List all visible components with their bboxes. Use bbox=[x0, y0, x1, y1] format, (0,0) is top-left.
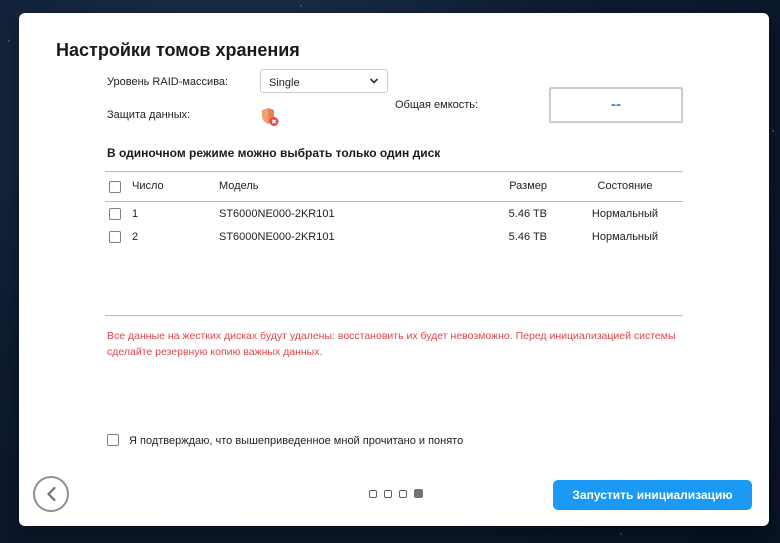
start-initialization-button[interactable]: Запустить инициализацию bbox=[553, 480, 752, 510]
table-row[interactable]: 1 ST6000NE000-2KR101 5.46 TB Нормальный bbox=[105, 207, 683, 227]
column-state: Состояние bbox=[597, 180, 653, 192]
column-size: Размер bbox=[509, 180, 547, 192]
backdrop-star bbox=[300, 5, 302, 7]
table-header-row: Число Модель Размер Состояние bbox=[105, 179, 683, 199]
disk-number: 1 bbox=[132, 208, 139, 220]
step-dot-active bbox=[414, 489, 423, 498]
data-loss-warning: Все данные на жестких дисках будут удале… bbox=[107, 330, 676, 358]
select-all-checkbox[interactable] bbox=[109, 181, 121, 193]
column-number: Число bbox=[132, 180, 164, 192]
shield-error-icon bbox=[262, 108, 279, 126]
storage-setup-dialog: Настройки томов хранения Уровень RAID-ма… bbox=[19, 13, 769, 526]
disk-size: 5.46 TB bbox=[508, 208, 547, 220]
disk-1-checkbox[interactable] bbox=[109, 208, 121, 220]
dialog-title: Настройки томов хранения bbox=[56, 40, 300, 60]
step-dot bbox=[384, 490, 392, 498]
disk-2-checkbox[interactable] bbox=[109, 231, 121, 243]
chevron-left-icon bbox=[46, 486, 56, 502]
disk-size: 5.46 TB bbox=[508, 231, 547, 243]
back-button[interactable] bbox=[33, 476, 69, 512]
table-row[interactable]: 2 ST6000NE000-2KR101 5.46 TB Нормальный bbox=[105, 230, 683, 250]
step-dot bbox=[399, 490, 407, 498]
table-header-divider bbox=[105, 201, 683, 202]
step-dot bbox=[369, 490, 377, 498]
disk-model: ST6000NE000-2KR101 bbox=[219, 208, 335, 220]
chevron-down-icon bbox=[369, 78, 379, 84]
backdrop-star bbox=[772, 130, 774, 132]
raid-level-value: Single bbox=[269, 77, 300, 89]
disk-number: 2 bbox=[132, 231, 139, 243]
confirm-checkbox[interactable] bbox=[107, 434, 119, 446]
column-model: Модель bbox=[219, 180, 259, 192]
table-bottom-divider bbox=[105, 315, 683, 316]
disk-state: Нормальный bbox=[591, 208, 659, 220]
total-capacity-label: Общая емкость: bbox=[395, 99, 479, 111]
single-mode-note: В одиночном режиме можно выбрать только … bbox=[107, 146, 441, 160]
data-protection-label: Защита данных: bbox=[107, 109, 191, 121]
disk-model: ST6000NE000-2KR101 bbox=[219, 231, 335, 243]
confirm-label: Я подтверждаю, что вышеприведенное мной … bbox=[129, 435, 464, 447]
backdrop-star bbox=[620, 533, 622, 535]
backdrop-star bbox=[8, 40, 10, 42]
disk-state: Нормальный bbox=[591, 231, 659, 243]
raid-level-label: Уровень RAID-массива: bbox=[107, 76, 229, 88]
total-capacity-value: -- bbox=[549, 87, 683, 123]
raid-level-select[interactable]: Single bbox=[260, 69, 388, 93]
table-top-divider bbox=[105, 171, 683, 172]
